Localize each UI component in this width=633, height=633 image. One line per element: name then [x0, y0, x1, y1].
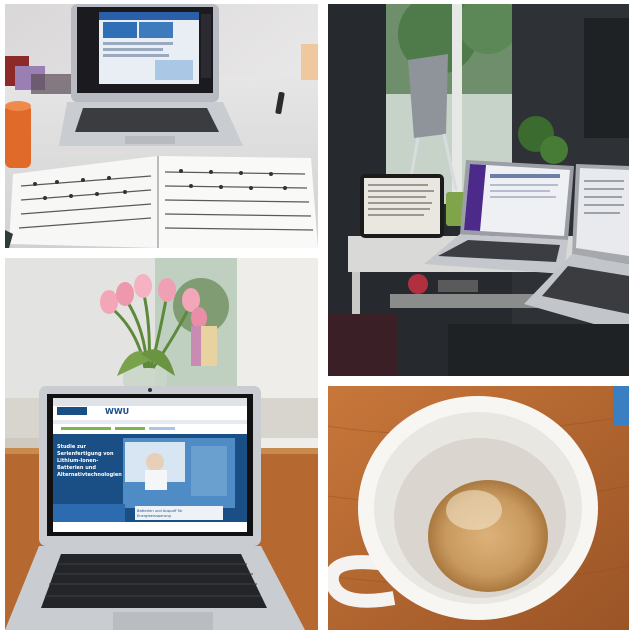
photo-window-desk-image: [328, 4, 629, 376]
keyboard: [41, 554, 267, 608]
headline-line-4: Batterien und: [57, 465, 96, 471]
photo-laptop-sheet-music-image: [5, 4, 318, 248]
wwu-logo-text: WWU: [105, 407, 129, 416]
orange-mug: [5, 104, 31, 168]
photo-coffee-cup-image: [328, 386, 629, 630]
photo-tulips-laptop-image: WWU Studie zur Serienfertigung von Lithi…: [5, 258, 318, 630]
photo-tulips-laptop: WWU Studie zur Serienfertigung von Lithi…: [5, 258, 318, 630]
headline-line-2: Serienfertigung von: [57, 451, 114, 457]
headline-line-5: Alternativtechnologien: [57, 472, 122, 478]
headline-line-1: Studie zur: [57, 444, 86, 450]
teaser-line-1: Batterien und Auspuff für: [137, 509, 183, 513]
photo-window-desk: [328, 4, 629, 376]
headline-line-3: Lithium-Ionen-: [57, 458, 98, 464]
sheet-music-book: [9, 156, 318, 248]
outdoor-chair: [408, 54, 448, 138]
photo-coffee-cup: [328, 386, 629, 630]
university-web-page: WWU Studie zur Serienfertigung von Lithi…: [53, 398, 247, 532]
photo-laptop-sheet-music: [5, 4, 318, 248]
teaser-line-2: Energieeinsparung: [137, 514, 171, 518]
